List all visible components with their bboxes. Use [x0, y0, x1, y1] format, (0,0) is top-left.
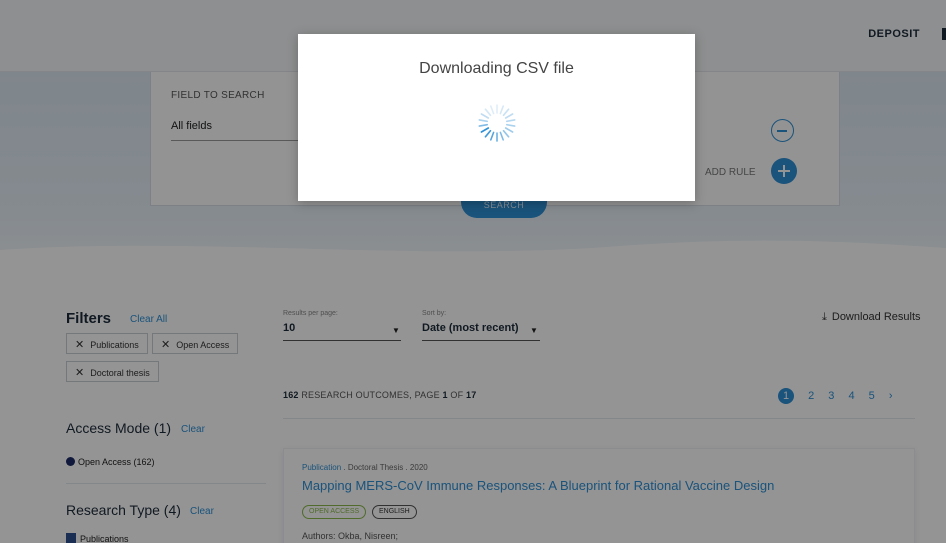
download-modal: Downloading CSV file: [298, 34, 695, 201]
modal-title: Downloading CSV file: [419, 60, 574, 77]
spinner-icon: [478, 104, 516, 142]
